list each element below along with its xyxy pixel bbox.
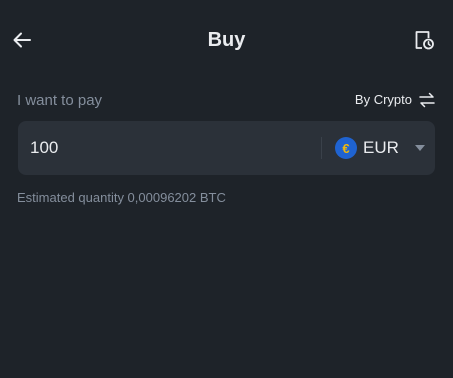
amount-input[interactable] bbox=[18, 121, 308, 175]
euro-coin-icon: € bbox=[335, 137, 357, 159]
order-history-button[interactable] bbox=[410, 26, 438, 54]
currency-code: EUR bbox=[363, 138, 399, 157]
input-divider bbox=[321, 137, 322, 159]
header: Buy bbox=[0, 0, 453, 80]
chevron-down-icon bbox=[414, 145, 425, 151]
buy-screen: Buy I want to pay By Crypto € EUR Estima… bbox=[0, 0, 453, 378]
amount-input-card: € EUR bbox=[18, 121, 435, 175]
order-history-icon bbox=[415, 31, 434, 50]
estimated-quantity: Estimated quantity 0,00096202 BTC bbox=[17, 190, 226, 205]
by-crypto-label: By Crypto bbox=[354, 92, 412, 107]
pay-label: I want to pay bbox=[17, 92, 103, 109]
page-title: Buy bbox=[207, 29, 246, 51]
by-crypto-toggle[interactable]: By Crypto bbox=[355, 90, 436, 110]
currency-selector[interactable]: € EUR bbox=[332, 121, 435, 175]
swap-icon bbox=[419, 92, 435, 108]
